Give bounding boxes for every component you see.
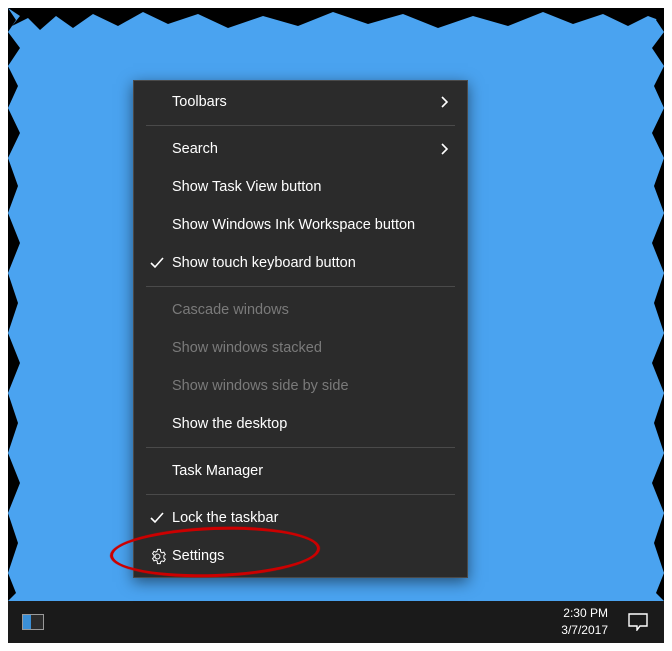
- taskbar-left: [8, 601, 54, 643]
- menu-separator: [146, 125, 455, 126]
- menu-label: Show touch keyboard button: [170, 255, 435, 271]
- menu-item-show-desktop[interactable]: Show the desktop: [134, 405, 467, 443]
- check-icon: [144, 256, 170, 270]
- menu-label: Lock the taskbar: [170, 510, 435, 526]
- menu-item-show-task-view[interactable]: Show Task View button: [134, 168, 467, 206]
- taskbar-context-menu: Toolbars Search Show Task View button Sh…: [133, 80, 468, 578]
- taskbar[interactable]: 2:30 PM 3/7/2017: [8, 601, 664, 643]
- gear-icon: [144, 548, 170, 565]
- menu-label: Search: [170, 141, 435, 157]
- menu-item-show-ink-workspace[interactable]: Show Windows Ink Workspace button: [134, 206, 467, 244]
- menu-item-cascade-windows: Cascade windows: [134, 291, 467, 329]
- action-center-button[interactable]: [618, 601, 658, 643]
- menu-separator: [146, 447, 455, 448]
- system-tray: 2:30 PM 3/7/2017: [561, 601, 664, 643]
- menu-item-task-manager[interactable]: Task Manager: [134, 452, 467, 490]
- menu-label: Settings: [170, 548, 435, 564]
- menu-label: Show windows side by side: [170, 378, 435, 394]
- clock-date: 3/7/2017: [561, 622, 608, 639]
- chevron-right-icon: [435, 142, 453, 156]
- task-view-icon: [22, 614, 44, 630]
- taskbar-clock[interactable]: 2:30 PM 3/7/2017: [561, 605, 608, 639]
- menu-label: Show Task View button: [170, 179, 435, 195]
- menu-label: Task Manager: [170, 463, 435, 479]
- menu-label: Cascade windows: [170, 302, 435, 318]
- menu-item-lock-taskbar[interactable]: Lock the taskbar: [134, 499, 467, 537]
- menu-item-settings[interactable]: Settings: [134, 537, 467, 575]
- task-view-button[interactable]: [12, 601, 54, 643]
- desktop-area: 2:30 PM 3/7/2017 Toolbars Search: [8, 8, 664, 643]
- menu-label: Toolbars: [170, 94, 435, 110]
- menu-item-toolbars[interactable]: Toolbars: [134, 83, 467, 121]
- menu-item-search[interactable]: Search: [134, 130, 467, 168]
- menu-item-show-touch-keyboard[interactable]: Show touch keyboard button: [134, 244, 467, 282]
- clock-time: 2:30 PM: [561, 605, 608, 622]
- menu-label: Show windows stacked: [170, 340, 435, 356]
- menu-label: Show Windows Ink Workspace button: [170, 217, 435, 233]
- menu-item-side-by-side: Show windows side by side: [134, 367, 467, 405]
- menu-item-stacked: Show windows stacked: [134, 329, 467, 367]
- menu-separator: [146, 494, 455, 495]
- menu-separator: [146, 286, 455, 287]
- notification-icon: [628, 613, 648, 631]
- check-icon: [144, 511, 170, 525]
- menu-label: Show the desktop: [170, 416, 435, 432]
- chevron-right-icon: [435, 95, 453, 109]
